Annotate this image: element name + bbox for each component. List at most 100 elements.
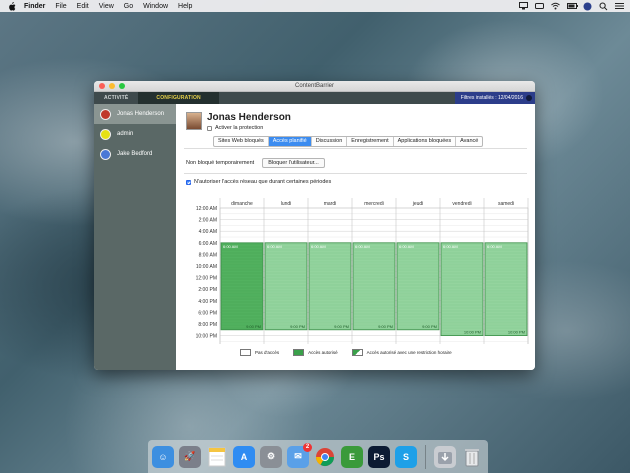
profile-name: Jonas Henderson <box>207 112 291 123</box>
hour-label: 6:00 AM <box>199 241 217 247</box>
dock-divider <box>425 444 426 469</box>
block-start-label: 6:00 AM <box>443 244 458 249</box>
downloads-icon[interactable] <box>434 445 456 468</box>
legend-allowed: Accès autorisé <box>308 350 338 355</box>
legend-swatch-allowed <box>293 349 305 356</box>
block-start-label: 6:00 AM <box>311 244 326 249</box>
close-window-button[interactable] <box>99 83 105 89</box>
divider <box>184 173 527 174</box>
legend-no-access: Pas d'accès <box>255 350 280 355</box>
day-header: vendredi <box>452 201 471 207</box>
block-start-label: 6:00 AM <box>487 244 502 249</box>
restrict-access-checkbox[interactable] <box>186 179 191 185</box>
legend-swatch-no-access <box>240 349 251 356</box>
dock: ☺ 🚀 A ⚙ ✉ 2 E Ps S <box>148 440 488 473</box>
weekly-schedule-grid[interactable]: dimanche lundi mardi mercredi jeudi vendredi s… <box>184 192 529 344</box>
zoom-window-button[interactable] <box>119 83 125 89</box>
avatar <box>100 128 111 140</box>
user-photo[interactable] <box>186 112 202 130</box>
sidebar-user-jake[interactable]: Jake Bedford <box>94 144 176 164</box>
title-bar: ContentBarrier <box>94 81 535 92</box>
photoshop-icon[interactable]: Ps <box>368 445 390 468</box>
tab-discussion[interactable]: Discussion <box>312 137 348 146</box>
menu-window[interactable]: Window <box>143 3 168 10</box>
menu-edit[interactable]: Edit <box>77 3 89 10</box>
trash-icon[interactable] <box>461 446 483 468</box>
menu-file[interactable]: File <box>55 3 66 10</box>
wifi-icon[interactable] <box>551 2 560 10</box>
block-end-label: 9:00 PM <box>290 324 305 329</box>
menu-help[interactable]: Help <box>178 3 192 10</box>
restrict-access-label: N'autoriser l'accès réseau que durant ce… <box>194 179 332 185</box>
tab-avance[interactable]: Avancé <box>456 137 482 146</box>
minimize-window-button[interactable] <box>109 83 115 89</box>
user-sidebar: Jonas Henderson admin Jake Bedford <box>94 104 176 370</box>
menu-go[interactable]: Go <box>124 3 133 10</box>
system-preferences-icon[interactable]: ⚙ <box>260 445 282 468</box>
sidebar-user-label: Jonas Henderson <box>117 111 165 117</box>
finder-icon[interactable]: ☺ <box>152 445 174 468</box>
unblock-status-label: Non bloqué temporairement <box>186 160 255 166</box>
tab-applications-bloquees[interactable]: Applications bloquées <box>394 137 457 146</box>
block-end-label: 9:00 PM <box>422 324 437 329</box>
sidebar-user-jonas[interactable]: Jonas Henderson <box>94 104 176 124</box>
chrome-icon[interactable] <box>314 446 336 468</box>
legend-swatch-restricted <box>351 349 363 356</box>
apple-icon[interactable] <box>7 1 16 11</box>
menu-bar: Finder File Edit View Go Window Help <box>0 0 630 12</box>
activate-protection-label: Activer la protection <box>215 125 264 131</box>
hour-label: 4:00 AM <box>199 229 217 235</box>
info-icon[interactable] <box>526 95 532 101</box>
day-header: dimanche <box>231 201 253 207</box>
divider <box>184 148 527 149</box>
activate-protection-checkbox[interactable] <box>207 125 212 131</box>
block-end-label: 9:00 PM <box>246 324 261 329</box>
hour-label: 8:00 AM <box>199 252 217 258</box>
block-start-label: 6:00 AM <box>355 244 370 249</box>
skype-icon[interactable]: S <box>395 445 417 468</box>
hour-label: 6:00 PM <box>198 310 217 316</box>
contentbarrier-window: ContentBarrier ACTIVITÉ CONFIGURATION Fi… <box>94 81 535 370</box>
launchpad-icon[interactable]: 🚀 <box>179 445 201 468</box>
hour-label: 2:00 AM <box>199 218 217 224</box>
evernote-icon[interactable]: E <box>341 445 363 468</box>
tab-sites-web-bloques[interactable]: Sites Web bloqués <box>214 137 269 146</box>
hour-label: 8:00 PM <box>198 322 217 328</box>
block-end-label: 10:00 PM <box>508 330 525 335</box>
block-end-label: 9:00 PM <box>334 324 349 329</box>
block-end-label: 10:00 PM <box>464 330 481 335</box>
notification-center-icon[interactable] <box>615 2 624 10</box>
mail-icon[interactable]: ✉ 2 <box>287 442 312 468</box>
day-header: lundi <box>281 201 292 207</box>
main-panel: Jonas Henderson Activer la protection Si… <box>176 104 535 370</box>
block-user-button[interactable]: Bloquer l'utilisateur... <box>262 158 325 168</box>
sidebar-user-admin[interactable]: admin <box>94 124 176 144</box>
battery-icon[interactable] <box>567 2 578 10</box>
drive-icon[interactable] <box>535 2 544 10</box>
menu-view[interactable]: View <box>99 3 114 10</box>
user-avatar-icon[interactable] <box>583 2 592 11</box>
appstore-icon[interactable]: A <box>233 445 255 468</box>
block-start-label: 6:00 AM <box>223 244 238 249</box>
notes-icon[interactable] <box>206 446 228 468</box>
day-header: samedi <box>498 201 514 207</box>
tab-acces-planifie[interactable]: Accès planifié <box>268 137 312 146</box>
day-header: mardi <box>324 201 337 207</box>
legend-allowed-restricted: Accès autorisé avec une restriction hora… <box>366 350 452 355</box>
filters-installed-status[interactable]: Filtres installés : 12/04/2016 <box>454 92 535 104</box>
hour-label: 12:00 AM <box>196 206 217 212</box>
window-title: ContentBarrier <box>294 83 335 89</box>
tab-configuration[interactable]: CONFIGURATION <box>138 92 219 104</box>
hour-label: 4:00 PM <box>198 299 217 305</box>
hour-label: 10:00 PM <box>196 334 217 340</box>
hour-label: 2:00 PM <box>198 287 217 293</box>
hour-label: 12:00 PM <box>196 276 217 282</box>
tab-activite[interactable]: ACTIVITÉ <box>94 92 138 104</box>
spotlight-icon[interactable] <box>599 2 608 11</box>
block-end-label: 9:00 PM <box>378 324 393 329</box>
tab-enregistrement[interactable]: Enregistrement <box>347 137 394 146</box>
display-icon[interactable] <box>519 2 528 10</box>
activate-protection-row[interactable]: Activer la protection <box>207 125 291 131</box>
menu-finder[interactable]: Finder <box>24 3 45 10</box>
sidebar-user-label: Jake Bedford <box>117 151 153 157</box>
